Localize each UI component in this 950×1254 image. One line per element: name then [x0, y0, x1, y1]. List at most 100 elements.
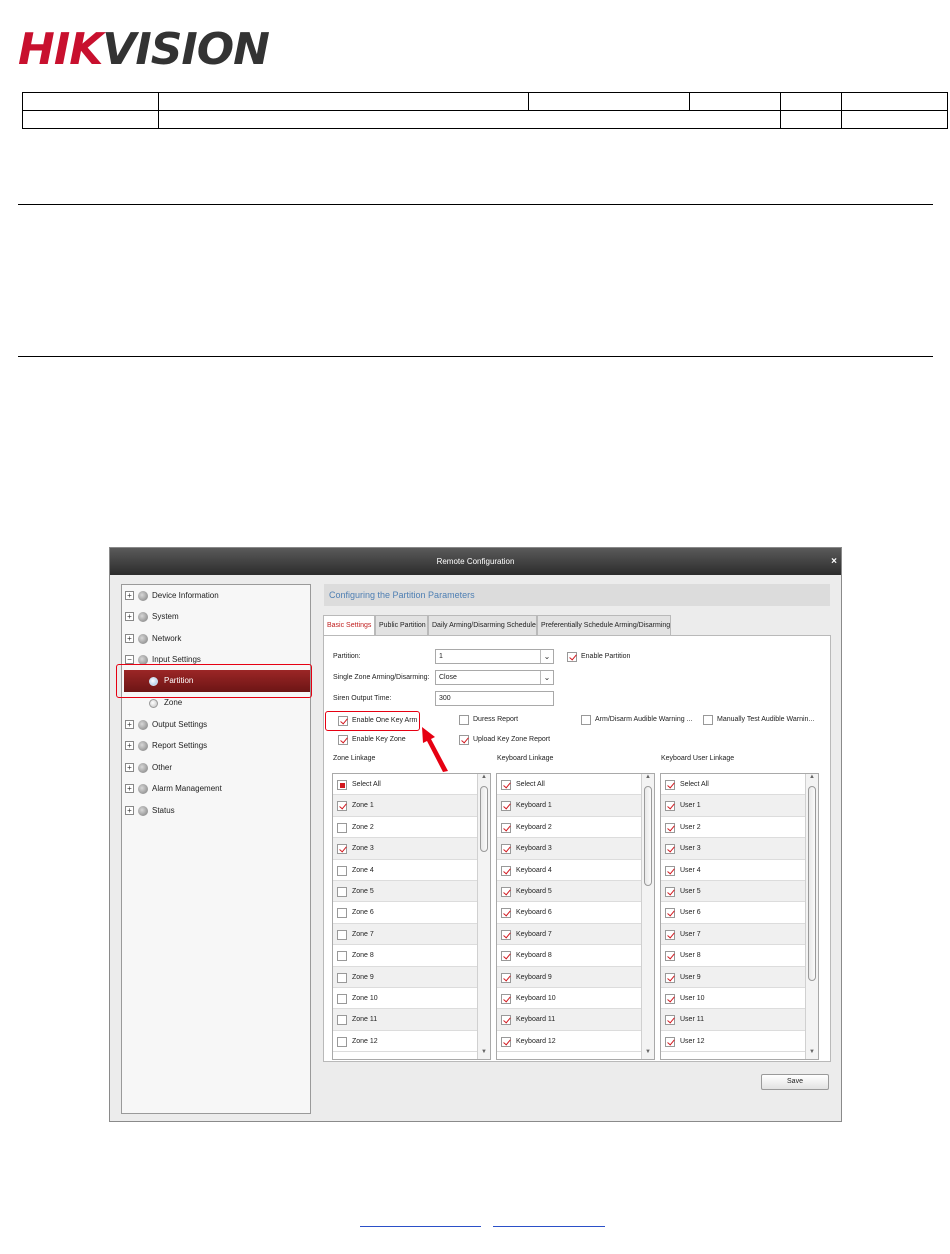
- list-item[interactable]: Zone 6: [333, 902, 478, 924]
- item-checkbox[interactable]: [501, 822, 511, 833]
- scroll-down-icon[interactable]: ▼: [642, 1049, 654, 1059]
- item-checkbox[interactable]: [501, 929, 511, 940]
- item-checkbox[interactable]: [337, 929, 347, 940]
- item-checkbox[interactable]: [665, 1036, 675, 1047]
- scroll-up-icon[interactable]: ▲: [478, 774, 490, 784]
- select-all-checkbox[interactable]: [337, 780, 347, 790]
- select-all-row[interactable]: Select All: [333, 774, 478, 796]
- tab-public-partition[interactable]: Public Partition: [375, 615, 428, 635]
- list-item[interactable]: Zone 7: [333, 923, 478, 946]
- tree-item-other[interactable]: + Other: [122, 759, 310, 777]
- list-item[interactable]: User 5: [661, 881, 806, 903]
- enable-partition-checkbox[interactable]: [567, 652, 577, 662]
- list-item[interactable]: Zone 4: [333, 860, 478, 881]
- select-all-row[interactable]: Select All: [661, 774, 806, 796]
- list-item[interactable]: User 4: [661, 860, 806, 881]
- tree-item-status[interactable]: + Status: [122, 802, 310, 820]
- expand-icon[interactable]: +: [125, 591, 134, 600]
- item-checkbox[interactable]: [337, 1015, 347, 1026]
- list-item[interactable]: Keyboard 8: [497, 945, 642, 967]
- manually-test-audible-checkbox[interactable]: [703, 715, 713, 725]
- scrollbar-thumb[interactable]: [808, 786, 816, 981]
- item-checkbox[interactable]: [337, 908, 347, 919]
- item-checkbox[interactable]: [501, 972, 511, 983]
- list-item[interactable]: Zone 9: [333, 966, 478, 988]
- list-item[interactable]: Keyboard 6: [497, 902, 642, 924]
- scroll-down-icon[interactable]: ▼: [478, 1049, 490, 1059]
- scrollbar[interactable]: ▲ ▼: [477, 774, 490, 1059]
- list-item[interactable]: Keyboard 12: [497, 1031, 642, 1053]
- tab-preferential-schedule[interactable]: Preferentially Schedule Arming/Disarming: [537, 615, 671, 635]
- item-checkbox[interactable]: [665, 844, 675, 855]
- collapse-icon[interactable]: −: [125, 655, 134, 664]
- scrollbar[interactable]: ▲ ▼: [641, 774, 654, 1059]
- expand-icon[interactable]: +: [125, 634, 134, 643]
- save-button[interactable]: Save: [761, 1074, 829, 1090]
- item-checkbox[interactable]: [665, 972, 675, 983]
- tree-item-report-settings[interactable]: + Report Settings: [122, 737, 310, 755]
- scroll-up-icon[interactable]: ▲: [642, 774, 654, 784]
- item-checkbox[interactable]: [665, 887, 675, 897]
- list-item[interactable]: Zone 10: [333, 988, 478, 1010]
- item-checkbox[interactable]: [501, 1036, 511, 1047]
- list-item[interactable]: Keyboard 11: [497, 1009, 642, 1031]
- footer-link[interactable]: [360, 1226, 481, 1227]
- list-item[interactable]: Zone 1: [333, 795, 478, 817]
- item-checkbox[interactable]: [501, 1015, 511, 1026]
- list-item[interactable]: Keyboard 1: [497, 795, 642, 817]
- item-checkbox[interactable]: [337, 994, 347, 1004]
- tree-item-system[interactable]: + System: [122, 608, 310, 626]
- expand-icon[interactable]: +: [125, 784, 134, 793]
- item-checkbox[interactable]: [337, 1036, 347, 1047]
- list-item[interactable]: Zone 12: [333, 1031, 478, 1053]
- item-checkbox[interactable]: [501, 801, 511, 812]
- chevron-down-icon[interactable]: ⌄: [540, 671, 553, 684]
- item-checkbox[interactable]: [665, 994, 675, 1004]
- list-item[interactable]: Keyboard 5: [497, 881, 642, 903]
- list-item[interactable]: User 12: [661, 1031, 806, 1053]
- item-checkbox[interactable]: [665, 1015, 675, 1026]
- tree-item-alarm-management[interactable]: + Alarm Management: [122, 780, 310, 798]
- expand-icon[interactable]: +: [125, 806, 134, 815]
- list-item[interactable]: User 7: [661, 923, 806, 946]
- list-item[interactable]: Zone 2: [333, 817, 478, 839]
- list-item[interactable]: User 9: [661, 966, 806, 988]
- item-checkbox[interactable]: [337, 887, 347, 897]
- list-item[interactable]: User 2: [661, 817, 806, 839]
- scrollbar-thumb[interactable]: [480, 786, 488, 852]
- item-checkbox[interactable]: [337, 801, 347, 812]
- enable-key-zone-checkbox[interactable]: [338, 735, 348, 745]
- item-checkbox[interactable]: [337, 972, 347, 983]
- item-checkbox[interactable]: [501, 908, 511, 919]
- item-checkbox[interactable]: [501, 887, 511, 897]
- item-checkbox[interactable]: [665, 951, 675, 962]
- footer-link[interactable]: [493, 1226, 605, 1227]
- select-all-checkbox[interactable]: [665, 780, 675, 790]
- list-item[interactable]: Keyboard 2: [497, 817, 642, 839]
- expand-icon[interactable]: +: [125, 720, 134, 729]
- scrollbar-thumb[interactable]: [644, 786, 652, 886]
- expand-icon[interactable]: +: [125, 763, 134, 772]
- close-icon[interactable]: ×: [831, 548, 837, 575]
- item-checkbox[interactable]: [501, 951, 511, 962]
- tab-basic-settings[interactable]: Basic Settings: [323, 615, 375, 636]
- list-item[interactable]: Zone 8: [333, 945, 478, 967]
- item-checkbox[interactable]: [337, 865, 347, 876]
- scroll-down-icon[interactable]: ▼: [806, 1049, 818, 1059]
- item-checkbox[interactable]: [665, 801, 675, 812]
- scrollbar[interactable]: ▲ ▼: [805, 774, 818, 1059]
- list-item[interactable]: Zone 11: [333, 1009, 478, 1031]
- list-item[interactable]: User 3: [661, 838, 806, 860]
- item-checkbox[interactable]: [665, 865, 675, 876]
- list-item[interactable]: Zone 5: [333, 881, 478, 903]
- list-item[interactable]: User 11: [661, 1009, 806, 1031]
- tree-item-network[interactable]: + Network: [122, 630, 310, 648]
- item-checkbox[interactable]: [665, 822, 675, 833]
- tree-item-device-information[interactable]: + Device Information: [122, 587, 310, 605]
- arm-disarm-audible-checkbox[interactable]: [581, 715, 591, 725]
- list-item[interactable]: User 8: [661, 945, 806, 967]
- list-item[interactable]: Keyboard 4: [497, 860, 642, 881]
- list-item[interactable]: Keyboard 3: [497, 838, 642, 860]
- item-checkbox[interactable]: [501, 844, 511, 855]
- item-checkbox[interactable]: [501, 994, 511, 1004]
